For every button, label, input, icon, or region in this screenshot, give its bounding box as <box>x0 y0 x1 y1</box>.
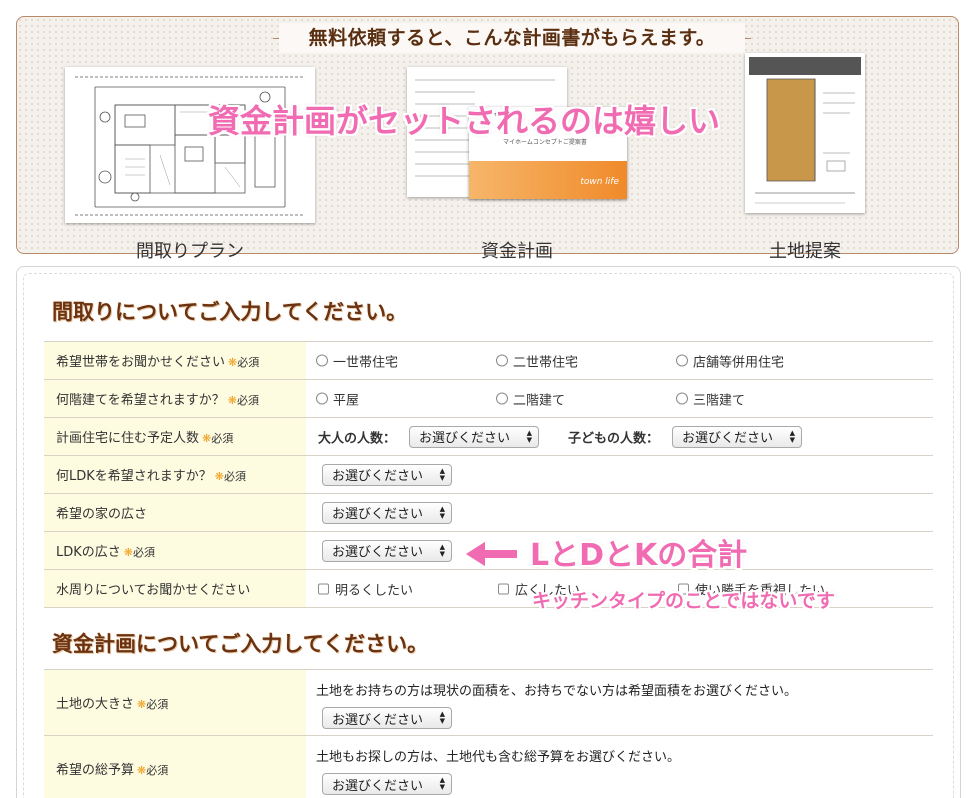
adults-select[interactable]: お選びください ▲ ▼ <box>409 425 539 448</box>
residents-label: 計画住宅に住む予定人数 <box>56 431 200 446</box>
ldk-size-select[interactable]: お選びください ▲ ▼ <box>322 539 452 562</box>
radio-two-household[interactable]: 二世帯住宅 <box>496 351 578 370</box>
required-badge: 必須 <box>146 764 169 777</box>
required-badge: 必須 <box>236 394 259 407</box>
annotation-arrow-icon <box>462 538 519 570</box>
children-select[interactable]: お選びください ▲ ▼ <box>672 425 802 448</box>
radio-one-story[interactable]: 平屋 <box>316 389 359 408</box>
total-budget-hint: 土地もお探しの方は、土地代も含む総予算をお選びください。 <box>316 750 681 765</box>
required-badge: 必須 <box>224 470 246 483</box>
form-row-floors: 何階建てを希望されますか？ ❋必須 平屋 二階建て 三階建て <box>44 379 933 418</box>
total-budget-label: 希望の総予算 <box>56 763 135 778</box>
annotation-ldk-total: LとDとKの合計 <box>530 538 748 573</box>
floor-plan-card: 間取りプラン <box>65 67 315 262</box>
section-title-floor-plan: 間取りについてご入力してください。 <box>52 300 408 324</box>
form-row-land-size: 土地の大きさ ❋必須 土地をお持ちの方は現状の面積を、お持ちでない方は希望面積をお… <box>44 669 933 736</box>
ldk-label: 何LDKを希望されますか？ <box>56 469 212 484</box>
form-row-household: 希望世帯をお聞かせください ❋必須 一世帯住宅 二世帯住宅 店舗等併用住宅 <box>44 341 933 380</box>
household-label: 希望世帯をお聞かせください <box>56 355 226 370</box>
check-bright[interactable]: 明るくしたい <box>318 579 413 598</box>
form-row-residents: 計画住宅に住む予定人数 ❋必須 大人の人数： お選びください ▲ ▼ 子どもの人数： … <box>44 417 933 456</box>
adults-label: 大人の人数： <box>318 431 397 446</box>
form-row-house-size: 希望の家の広さ お選びください ▲ ▼ <box>44 493 933 532</box>
radio-store-combined[interactable]: 店舗等併用住宅 <box>676 351 784 370</box>
floor-plan-label: 間取りプラン <box>136 241 244 262</box>
land-proposal-image <box>745 53 865 213</box>
house-size-select[interactable]: お選びください ▲ ▼ <box>322 501 452 524</box>
town-life-logo: town life <box>580 177 619 187</box>
land-proposal-label: 土地提案 <box>769 241 841 262</box>
total-budget-select[interactable]: お選びください ▲ ▼ <box>322 773 452 795</box>
section-title-finance: 資金計画についてご入力してください。 <box>52 632 429 656</box>
land-size-select[interactable]: お選びください ▲ ▼ <box>322 707 452 729</box>
floors-label: 何階建てを希望されますか？ <box>56 393 225 408</box>
land-size-label: 土地の大きさ <box>56 697 135 712</box>
ldk-size-label: LDKの広さ <box>56 545 121 560</box>
floor-plan-image <box>65 67 315 223</box>
required-badge: 必須 <box>133 546 155 559</box>
radio-three-story[interactable]: 三階建て <box>676 389 745 408</box>
house-size-label: 希望の家の広さ <box>56 507 148 522</box>
ldk-select[interactable]: お選びください ▲ ▼ <box>322 463 452 486</box>
land-size-hint: 土地をお持ちの方は現状の面積を、お持ちでない方は希望面積をお選びください。 <box>316 684 798 699</box>
land-proposal-card: 土地提案 <box>745 53 865 262</box>
finance-plan-label: 資金計画 <box>481 241 553 262</box>
form-row-total-budget: 希望の総予算 ❋必須 土地もお探しの方は、土地代も含む総予算をお選びください。 お… <box>44 735 933 798</box>
form-row-ldk: 何LDKを希望されますか？ ❋必須 お選びください ▲ ▼ <box>44 455 933 494</box>
annotation-finance-plan: 資金計画がセットされるのは嬉しい <box>208 102 721 140</box>
sample-plans-heading: 無料依頼すると、こんな計画書がもらえます。 <box>273 23 751 53</box>
children-label: 子どもの人数： <box>568 431 660 446</box>
required-badge: 必須 <box>146 698 169 711</box>
finance-form-table: 土地の大きさ ❋必須 土地をお持ちの方は現状の面積を、お持ちでない方は希望面積をお… <box>44 669 933 798</box>
required-badge: 必須 <box>237 356 260 369</box>
water-label: 水周りについてお聞かせください <box>56 583 251 598</box>
radio-single-household[interactable]: 一世帯住宅 <box>316 351 398 370</box>
annotation-not-kitchen-type: キッチンタイプのことではないです <box>532 590 835 612</box>
radio-two-story[interactable]: 二階建て <box>496 389 565 408</box>
required-badge: 必須 <box>211 432 234 445</box>
